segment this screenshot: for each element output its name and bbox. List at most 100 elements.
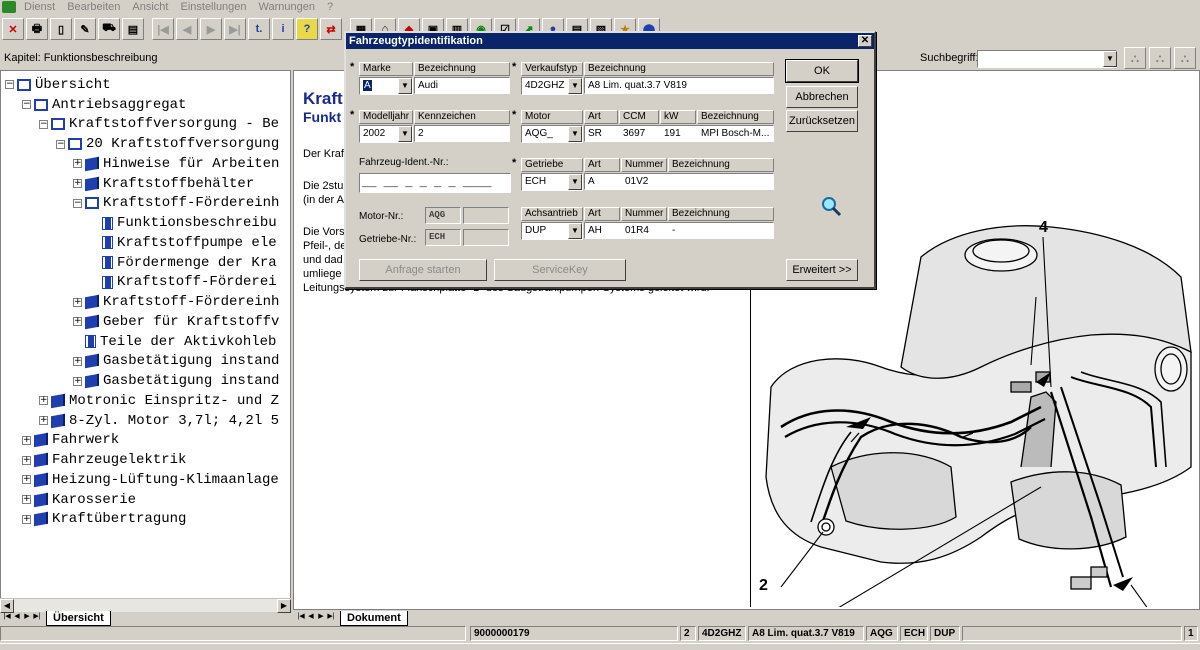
expand-icon[interactable]: + [73,356,82,366]
chevron-down-icon[interactable]: ▼ [568,78,582,94]
getriebe-select[interactable]: ECH ▼ [521,173,583,191]
doc-tab-first-icon[interactable]: |◀ [296,612,306,624]
new-document-icon[interactable]: ▯ [50,18,72,40]
cancel-button[interactable]: Abbrechen [786,86,858,108]
expand-icon[interactable]: + [73,317,82,327]
tree-node[interactable]: − Kraftstoffversorgung - Be [3,115,290,135]
tab-dokument[interactable]: Dokument [340,610,408,626]
expand-icon[interactable]: + [73,159,82,169]
tree-node[interactable]: + Motronic Einspritz- und Z [3,391,290,411]
exit-icon[interactable]: ✕ [2,18,24,40]
doc-tab-next-icon[interactable]: ▶ [316,612,326,624]
ok-button[interactable]: OK [785,59,859,83]
marke-select[interactable]: A ▼ [359,77,413,95]
collapse-icon[interactable]: − [22,100,31,110]
tree-node[interactable]: + Geber für Kraftstoffv [3,312,290,332]
info-icon[interactable]: i [272,18,294,40]
chevron-down-icon[interactable]: ▼ [568,126,582,142]
close-icon[interactable]: ✕ [858,35,872,47]
tree-node[interactable]: + Hinweise für Arbeiten [3,154,290,174]
motor-select[interactable]: AQG_ ▼ [521,125,583,143]
tree-node[interactable]: + Heizung-Lüftung-Klimaanlage [3,470,290,490]
search-forward-icon[interactable]: ⛬ [1124,47,1146,69]
collapse-icon[interactable]: − [5,80,14,90]
search-back-icon[interactable]: ⛬ [1149,47,1171,69]
motor-bez-header: Bezeichnung [697,110,774,124]
doc-tab-prev-icon[interactable]: ◀ [306,612,316,624]
expand-icon[interactable]: + [22,475,31,485]
search-input[interactable] [977,50,1117,68]
first-page-icon[interactable]: |◀ [152,18,174,40]
doc-tab-last-icon[interactable]: ▶| [326,612,336,624]
verkaufstyp-select[interactable]: 4D2GHZ ▼ [521,77,583,95]
help-icon[interactable]: ? [296,18,318,40]
tree-node[interactable]: Teile der Aktivkohleb [3,332,290,352]
expand-icon[interactable]: + [39,416,48,426]
chevron-down-icon[interactable]: ▼ [398,126,412,142]
collapse-icon[interactable]: − [73,198,82,208]
tree-node[interactable]: + Kraftstoffbehälter [3,174,290,194]
achsantrieb-select[interactable]: DUP ▼ [521,222,583,240]
expand-icon[interactable]: + [22,514,31,524]
tree-node[interactable]: +8-Zyl. Motor 3,7l; 4,2l 5 [3,411,290,431]
tree-node[interactable]: − Übersicht [3,75,290,95]
tab-first-icon[interactable]: |◀ [2,612,12,624]
tree-node[interactable]: Kraftstoff-Förderei [3,273,290,293]
jump-icon[interactable]: t. [248,18,270,40]
magnifier-icon[interactable] [820,195,842,217]
menu-bearbeiten[interactable]: Bearbeiten [61,0,126,14]
tree-node[interactable]: Funktionsbeschreibu [3,213,290,233]
tree-node[interactable]: + Karosserie [3,490,290,510]
extended-button[interactable]: Erweitert >> [786,259,858,281]
last-page-icon[interactable]: ▶| [224,18,246,40]
menu-einstellungen[interactable]: Einstellungen [174,0,252,14]
tree-node[interactable]: + Fahrwerk [3,431,290,451]
chevron-down-icon[interactable]: ▼ [568,223,582,239]
expand-icon[interactable]: + [22,495,31,505]
expand-icon[interactable]: + [73,297,82,307]
edit-icon[interactable]: ✎ [74,18,96,40]
tree-node[interactable]: − 20 Kraftstoffversorgung [3,134,290,154]
tree-node[interactable]: − Kraftstoff-Fördereinh [3,194,290,214]
menu-ansicht[interactable]: Ansicht [126,0,174,14]
tab-last-icon[interactable]: ▶| [32,612,42,624]
tree-node[interactable]: + Kraftstoff-Fördereinh [3,292,290,312]
swap-icon[interactable]: ⇄ [320,18,342,40]
chevron-down-icon[interactable]: ▼ [398,78,412,94]
previous-page-icon[interactable]: ◀ [176,18,198,40]
collapse-icon[interactable]: − [39,119,48,129]
tree-node[interactable]: − Antriebsaggregat [3,95,290,115]
tree-node[interactable]: Kraftstoffpumpe ele [3,233,290,253]
menu-dienst[interactable]: Dienst [18,0,61,14]
expand-icon[interactable]: + [73,376,82,386]
collapse-icon[interactable]: − [56,139,65,149]
tab-prev-icon[interactable]: ◀ [12,612,22,624]
tree-node[interactable]: Fördermenge der Kra [3,253,290,273]
chevron-down-icon[interactable]: ▼ [1103,51,1117,67]
menu-warnungen[interactable]: Warnungen [253,0,321,14]
tree-node[interactable]: + Gasbetätigung instand [3,352,290,372]
tab-next-icon[interactable]: ▶ [22,612,32,624]
search-options-icon[interactable]: ⛬ [1174,47,1196,69]
reset-button[interactable]: Zurücksetzen [786,110,858,132]
car-icon[interactable]: ⛟ [98,18,120,40]
menu-help[interactable]: ? [321,0,339,14]
query-start-button[interactable]: Anfrage starten [359,259,487,281]
tree-node[interactable]: + Kraftübertragung [3,510,290,530]
expand-icon[interactable]: + [39,396,48,406]
vehicle-icon[interactable]: ▤ [122,18,144,40]
modelljahr-select[interactable]: 2002 ▼ [359,125,413,143]
print-icon[interactable]: 🖶 [26,18,48,40]
scroll-right-icon[interactable]: ▶ [277,599,291,613]
tab-uebersicht[interactable]: Übersicht [46,610,111,626]
service-key-button[interactable]: ServiceKey [494,259,626,281]
expand-icon[interactable]: + [22,455,31,465]
tree-node[interactable]: + Gasbetätigung instand [3,371,290,391]
chevron-down-icon[interactable]: ▼ [568,174,582,190]
expand-icon[interactable]: + [22,435,31,445]
expand-icon[interactable]: + [73,179,82,189]
vin-input[interactable]: __ __ _ _ _ _ ____ [359,173,511,193]
next-page-icon[interactable]: ▶ [200,18,222,40]
tree-node[interactable]: + Fahrzeugelektrik [3,450,290,470]
